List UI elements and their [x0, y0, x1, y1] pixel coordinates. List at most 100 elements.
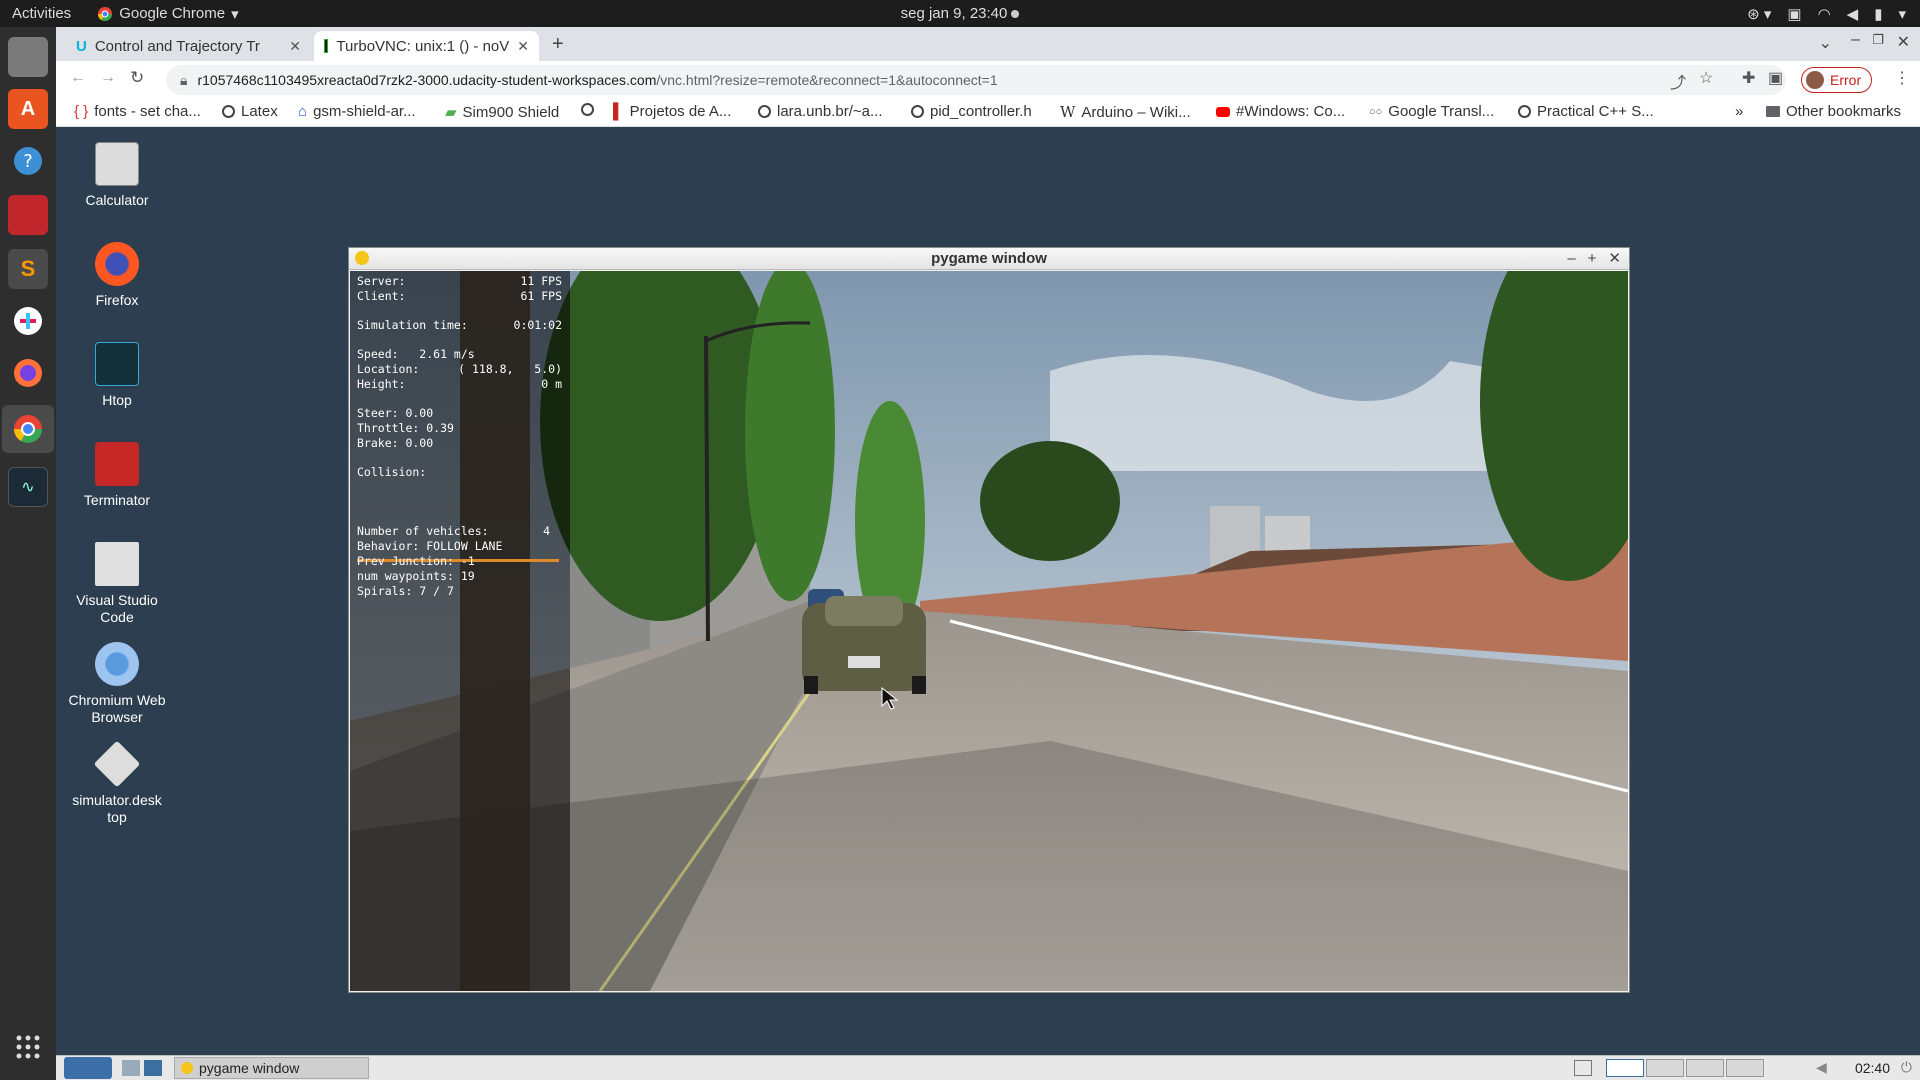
wifi-icon[interactable]: ◠ — [1818, 5, 1831, 23]
close-icon[interactable]: ✕ — [289, 38, 301, 55]
collision-label: Collision: — [357, 465, 427, 479]
activities-button[interactable]: Activities — [0, 5, 83, 22]
tab-turbovnc[interactable]: TurboVNC: unix:1 () - noV ✕ — [314, 31, 539, 61]
bookmark-item[interactable]: lara.unb.br/~a... — [758, 103, 882, 120]
firefox-icon[interactable] — [8, 353, 48, 393]
pygame-window[interactable]: pygame window – + ✕ Server: 11 FPS Clien… — [348, 247, 1630, 993]
height-label: Height: — [357, 377, 406, 391]
close-icon[interactable]: ✕ — [1608, 248, 1621, 270]
start-menu-icon[interactable] — [64, 1057, 112, 1079]
bookmark-item[interactable]: ⌂ gsm-shield-ar... — [298, 103, 416, 120]
minimize-icon[interactable]: – — [1851, 31, 1860, 49]
sublime-text-icon[interactable]: S — [8, 249, 48, 289]
htop-icon — [95, 342, 139, 386]
vnc-taskbar: pygame window ◀ 02:40 ⏻ — [56, 1055, 1920, 1080]
workspace-4[interactable] — [1726, 1059, 1764, 1077]
window-titlebar[interactable]: pygame window – + ✕ — [349, 248, 1629, 270]
system-tray[interactable]: ⊛ ▾ ▣ ◠ ◀ ▮ ▾ — [1747, 5, 1906, 23]
side-panel-icon[interactable]: ▣ — [1768, 68, 1783, 88]
bookmark-star-icon[interactable]: ☆ — [1699, 68, 1713, 88]
tab-control-trajectory[interactable]: U Control and Trajectory Tr ✕ — [66, 31, 311, 61]
url-host: r1057468c1103495xreacta0d7rzk2-3000.udac… — [197, 72, 657, 88]
extensions-icon[interactable]: ✚ — [1742, 68, 1755, 88]
spirals-readout: Spirals: 7 / 7 — [357, 584, 454, 598]
desktop-icon-htop[interactable]: Htop — [62, 342, 172, 409]
more-bookmarks-button[interactable]: » — [1735, 103, 1743, 120]
clipboard-icon[interactable]: ▣ — [1787, 5, 1801, 23]
bookmark-item[interactable]: ▌ Projetos de A... — [613, 103, 731, 120]
desktop-icon-firefox[interactable]: Firefox — [62, 242, 172, 309]
server-label: Server: — [357, 274, 406, 288]
tab-search-icon[interactable]: ⌄ — [1819, 33, 1832, 53]
power-icon[interactable]: ⏻ — [1901, 1059, 1912, 1076]
desktop-icon-terminator[interactable]: Terminator — [62, 442, 172, 509]
chrome-icon — [98, 6, 113, 21]
bookmark-item[interactable] — [581, 103, 600, 116]
workspace-1[interactable] — [1606, 1059, 1644, 1077]
share-icon[interactable]: ⤴ — [1670, 69, 1686, 93]
workspace-3[interactable] — [1686, 1059, 1724, 1077]
svg-text:?: ? — [23, 151, 33, 172]
desktop-icon[interactable] — [144, 1060, 162, 1076]
globe-icon — [911, 105, 924, 118]
bookmark-item[interactable]: W Arduino – Wiki... — [1060, 103, 1191, 121]
location-label: Location: — [357, 362, 420, 376]
workspace-2[interactable] — [1646, 1059, 1684, 1077]
back-icon[interactable]: ← — [70, 69, 86, 87]
profile-error-button[interactable]: Error — [1801, 67, 1873, 93]
simulation-view[interactable]: Server: 11 FPS Client: 61 FPS Simulation t… — [350, 271, 1628, 991]
menu-icon[interactable]: ⋮ — [1894, 68, 1910, 88]
software-center-icon[interactable]: A — [8, 89, 48, 129]
tab-title: Control and Trajectory Tr — [94, 37, 260, 55]
globe-icon — [581, 103, 594, 116]
bookmark-item[interactable]: pid_controller.h — [911, 103, 1032, 120]
close-window-icon[interactable]: ✕ — [1897, 32, 1910, 52]
minimize-icon[interactable]: – — [1567, 248, 1575, 270]
system-monitor-icon[interactable]: ∿ — [8, 467, 48, 507]
taskbar-item-pygame[interactable]: pygame window — [174, 1057, 369, 1079]
wikipedia-icon: W — [1060, 103, 1076, 121]
other-bookmarks-button[interactable]: Other bookmarks — [1766, 103, 1901, 120]
show-applications-icon[interactable] — [8, 1027, 48, 1067]
url-path: /vnc.html?resize=remote&reconnect=1&auto… — [656, 72, 998, 88]
desktop-icon-vscode[interactable]: Visual Studio Code — [62, 542, 172, 626]
address-bar[interactable]: 🔒︎ r1057468c1103495xreacta0d7rzk2-3000.u… — [166, 65, 1786, 95]
restore-icon[interactable]: ❐ — [1872, 32, 1884, 48]
profile-status: Error — [1830, 72, 1862, 88]
chrome-icon[interactable] — [2, 405, 54, 453]
bookmark-item[interactable]: Latex — [222, 103, 278, 120]
slack-icon[interactable] — [8, 301, 48, 341]
client-fps: 61 FPS — [520, 289, 562, 303]
accessibility-icon[interactable]: ⊛ ▾ — [1747, 5, 1771, 23]
file-manager-icon[interactable] — [122, 1060, 140, 1076]
volume-icon[interactable]: ◀ — [1847, 5, 1859, 23]
maximize-icon[interactable]: + — [1588, 248, 1597, 270]
bookmark-item[interactable]: { } fonts - set cha... — [74, 103, 201, 120]
gnome-top-bar: Activities Google Chrome ▾ seg jan 9, 23… — [0, 0, 1920, 27]
chevron-down-icon[interactable]: ▾ — [1898, 5, 1906, 23]
new-tab-button[interactable]: + — [552, 33, 564, 56]
desktop-icon-calculator[interactable]: Calculator — [62, 142, 172, 209]
calculator-icon — [95, 142, 139, 186]
desktop-icon-simulator[interactable]: simulator.desk top — [62, 740, 172, 826]
bookmark-item[interactable]: #Windows: Co... — [1216, 103, 1345, 120]
bookmark-item[interactable]: ▰ Sim900 Shield — [445, 103, 559, 122]
terminator-icon[interactable] — [8, 195, 48, 235]
help-icon[interactable]: ? — [8, 141, 48, 181]
browser-toolbar: ← → ↻ 🔒︎ r1057468c1103495xreacta0d7rzk2-… — [56, 61, 1920, 99]
bookmark-item[interactable]: ○○ Google Transl... — [1369, 103, 1494, 120]
tab-strip: U Control and Trajectory Tr ✕ TurboVNC: … — [56, 27, 1920, 61]
volume-icon[interactable]: ◀ — [1816, 1059, 1827, 1076]
clock-text[interactable]: seg jan 9, 23:40 — [901, 5, 1008, 22]
app-name: Google Chrome — [119, 5, 226, 22]
app-menu[interactable]: Google Chrome ▾ — [83, 5, 239, 23]
battery-icon[interactable]: ▮ — [1874, 5, 1882, 23]
forward-icon[interactable]: → — [100, 69, 116, 87]
files-icon[interactable] — [8, 37, 48, 77]
vnc-icon — [324, 39, 329, 53]
bookmark-item[interactable]: Practical C++ S... — [1518, 103, 1654, 120]
desktop-icon-chromium[interactable]: Chromium Web Browser — [62, 642, 172, 726]
close-icon[interactable]: ✕ — [517, 38, 529, 55]
window-icon[interactable] — [1574, 1060, 1592, 1076]
reload-icon[interactable]: ↻ — [130, 68, 144, 88]
